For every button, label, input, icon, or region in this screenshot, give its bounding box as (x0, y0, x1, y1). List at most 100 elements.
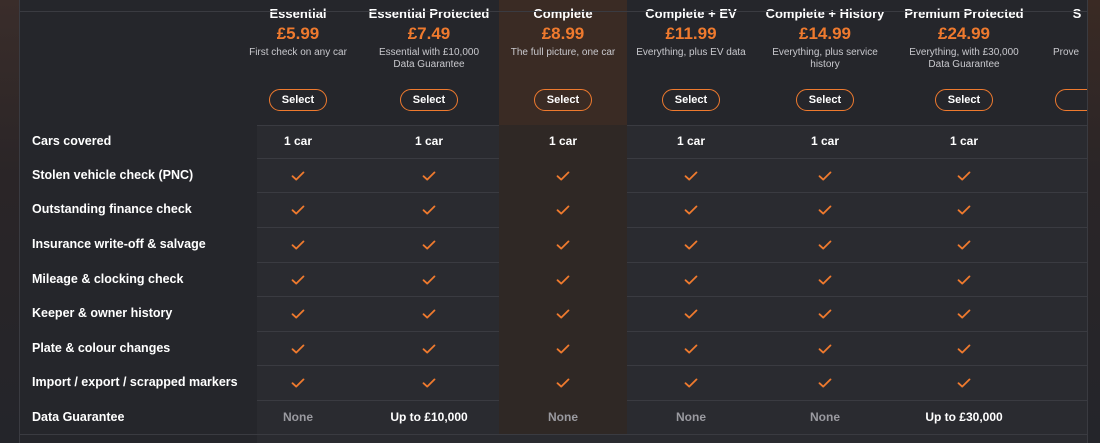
check-icon (422, 275, 436, 285)
check-cell (499, 227, 627, 262)
plan-description: Everything, with £30,000 Data Guarantee (909, 47, 1019, 70)
table-row: Plate & colour changes (20, 331, 1087, 366)
check-icon (291, 378, 305, 388)
check-cell (364, 331, 494, 365)
check-cell (364, 296, 494, 331)
check-icon (957, 309, 971, 319)
row-label: Data Guarantee (32, 410, 125, 424)
check-cell (899, 192, 1029, 227)
value-cell: Up to £10,000 (390, 410, 468, 424)
check-cell (758, 158, 892, 192)
check-icon (556, 171, 570, 181)
check-icon (291, 240, 305, 250)
value-cell: 1 car (283, 134, 313, 148)
check-cell (899, 365, 1029, 400)
check-cell (899, 331, 1029, 365)
check-cell (364, 158, 494, 192)
check-icon (684, 378, 698, 388)
select-plan-button[interactable]: Select (534, 89, 592, 111)
check-icon (818, 275, 832, 285)
value-cell: None (676, 410, 706, 424)
plan-price: £14.99 (799, 24, 851, 43)
table-row: Mileage & clocking check (20, 262, 1087, 297)
check-cell (899, 158, 1029, 192)
plan-name: Complete + EV (645, 6, 737, 21)
check-icon (818, 240, 832, 250)
value-cell: 1 car (499, 125, 627, 158)
plan-description: Everything, plus EV data (636, 47, 746, 58)
check-cell (626, 296, 756, 331)
table-row: Outstanding finance check (20, 192, 1087, 228)
select-plan-button[interactable]: Select (662, 89, 720, 111)
select-plan-button[interactable]: Select (935, 89, 993, 111)
table-row: Data Guarantee None Up to £10,000 None None N… (20, 400, 1087, 435)
plan-column-6: S Prove (1047, 0, 1087, 125)
plan-column-4: Complete + History £14.99 Everything, plus… (758, 0, 892, 125)
check-icon (291, 275, 305, 285)
check-icon (957, 344, 971, 354)
plan-description: Essential with £10,000 Data Guarantee (378, 47, 480, 70)
check-cell (364, 227, 494, 262)
check-icon (957, 378, 971, 388)
plan-name: S (1072, 6, 1082, 21)
check-icon (291, 309, 305, 319)
check-icon (556, 205, 570, 215)
check-cell (233, 262, 363, 296)
check-icon (818, 378, 832, 388)
check-cell (499, 192, 627, 227)
plan-column-0: Essential £5.99 First check on any car Sele… (233, 0, 363, 125)
value-cell: None (499, 400, 627, 434)
value-cell: 1 car (949, 134, 979, 148)
value-cell: 1 car (414, 134, 444, 148)
check-icon (422, 240, 436, 250)
header-top-divider (20, 11, 1087, 12)
header-label-cell (20, 0, 257, 125)
comparison-table: Essential £5.99 First check on any car Sele… (19, 0, 1088, 443)
table-row: Keeper & owner history (20, 296, 1087, 332)
check-icon (422, 378, 436, 388)
row-label: Stolen vehicle check (PNC) (32, 168, 194, 182)
check-cell (758, 296, 892, 331)
select-plan-button[interactable] (1055, 89, 1087, 111)
check-icon (684, 205, 698, 215)
check-cell (758, 262, 892, 296)
check-cell (758, 331, 892, 365)
check-cell (499, 331, 627, 365)
select-plan-button[interactable]: Select (269, 89, 327, 111)
check-cell (758, 365, 892, 400)
check-cell (899, 227, 1029, 262)
check-cell (899, 262, 1029, 296)
row-label: Mileage & clocking check (32, 272, 184, 286)
check-cell (626, 192, 756, 227)
check-cell (233, 331, 363, 365)
check-icon (422, 344, 436, 354)
row-label: Keeper & owner history (32, 306, 173, 320)
check-cell (364, 192, 494, 227)
plan-price: £5.99 (276, 24, 320, 43)
table-row: Stolen vehicle check (PNC) (20, 158, 1087, 193)
check-icon (291, 205, 305, 215)
check-cell (626, 365, 756, 400)
plan-column-3: Complete + EV £11.99 Everything, plus EV d… (626, 0, 756, 125)
check-cell (233, 296, 363, 331)
page-background-right (1086, 0, 1100, 443)
check-icon (291, 344, 305, 354)
plan-column-1: Essential Protected £7.49 Essential with £… (364, 0, 494, 125)
select-plan-button[interactable]: Select (400, 89, 458, 111)
check-cell (626, 158, 756, 192)
check-icon (422, 309, 436, 319)
value-cell: None (810, 410, 840, 424)
check-cell (499, 262, 627, 296)
plan-column-5: Premium Protected £24.99 Everything, with … (899, 0, 1029, 125)
plan-price: £8.99 (541, 24, 585, 43)
check-icon (684, 275, 698, 285)
check-icon (291, 171, 305, 181)
check-icon (957, 205, 971, 215)
select-plan-button[interactable]: Select (796, 89, 854, 111)
table-row: Insurance write-off & salvage (20, 227, 1087, 263)
plan-name: Essential Protected (368, 6, 490, 21)
check-cell (364, 365, 494, 400)
plan-description: Everything, plus service history (772, 47, 878, 70)
check-icon (818, 171, 832, 181)
check-icon (818, 205, 832, 215)
